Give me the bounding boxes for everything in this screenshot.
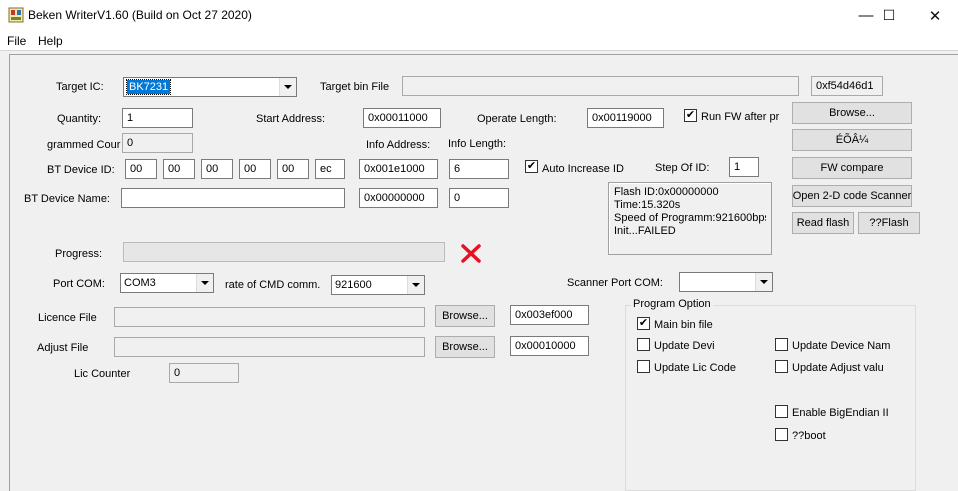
close-button[interactable]: ✕ xyxy=(912,0,958,31)
status-log: Flash ID:0x00000000 Time:15.320s Speed o… xyxy=(608,182,772,255)
status-line: Speed of Programm:921600bps xyxy=(614,212,766,224)
adjust-browse-button[interactable]: Browse... xyxy=(435,336,495,358)
qboot-label: ??boot xyxy=(792,430,826,442)
download-button[interactable]: ÉÕÂ¼ xyxy=(792,129,912,151)
update-device-name-label: Update Device Nam xyxy=(792,340,891,352)
chevron-down-icon xyxy=(407,276,424,294)
fw-compare-button[interactable]: FW compare xyxy=(792,157,912,179)
update-lic-code-checkbox[interactable] xyxy=(637,360,650,373)
run-fw-label: Run FW after pr xyxy=(701,111,780,123)
info-address-2-field[interactable]: 0x00000000 xyxy=(359,188,438,208)
chevron-down-icon xyxy=(196,274,213,292)
update-lic-code-label: Update Lic Code xyxy=(654,362,736,374)
bt-device-id-label: BT Device ID: xyxy=(47,164,115,176)
info-address-field[interactable]: 0x001e1000 xyxy=(359,159,438,179)
step-of-id-label: Step Of ID: xyxy=(655,162,710,174)
window-title: Beken WriterV1.60 (Build on Oct 27 2020) xyxy=(28,8,252,22)
lic-counter-field: 0 xyxy=(169,363,239,383)
bt-id-byte-field[interactable]: 00 xyxy=(163,159,195,179)
scanner-port-label: Scanner Port COM: xyxy=(567,277,663,289)
auto-increase-checkbox[interactable]: ✔ xyxy=(525,160,538,173)
adjust-file-path-field[interactable] xyxy=(114,337,425,357)
licence-address-field[interactable]: 0x003ef000 xyxy=(510,305,589,325)
operate-length-label: Operate Length: xyxy=(477,113,557,125)
baud-rate-value: 921600 xyxy=(335,279,372,291)
info-length-label: Info Length: xyxy=(448,138,507,150)
chevron-down-icon xyxy=(279,78,296,96)
browse-button[interactable]: Browse... xyxy=(792,102,912,124)
operate-length-field[interactable]: 0x00119000 xyxy=(587,108,664,128)
bt-device-name-field[interactable] xyxy=(121,188,345,208)
baud-rate-label: rate of CMD comm. xyxy=(225,279,321,291)
menu-file[interactable]: File xyxy=(7,34,26,48)
bt-device-name-label: BT Device Name: xyxy=(24,193,110,205)
checkmark-icon: ✔ xyxy=(526,160,537,172)
start-address-label: Start Address: xyxy=(256,113,326,125)
quantity-field[interactable]: 1 xyxy=(122,108,193,128)
update-adjust-label: Update Adjust valu xyxy=(792,362,884,374)
update-devi-label: Update Devi xyxy=(654,340,715,352)
port-com-value: COM3 xyxy=(124,277,156,289)
baud-rate-select[interactable]: 921600 xyxy=(331,275,425,295)
big-endian-label: Enable BigEndian II xyxy=(792,407,889,419)
maximize-button[interactable]: ☐ xyxy=(866,0,912,31)
port-com-label: Port COM: xyxy=(53,278,105,290)
main-bin-checkbox[interactable]: ✔ xyxy=(637,317,650,330)
checkmark-icon: ✔ xyxy=(638,317,649,329)
info-length-field[interactable]: 6 xyxy=(449,159,509,179)
programmed-count-label: grammed Cour xyxy=(47,139,121,151)
status-line: Init...FAILED xyxy=(614,225,676,237)
info-length-2-field[interactable]: 0 xyxy=(449,188,509,208)
checkmark-icon: ✔ xyxy=(685,109,696,121)
fail-x-icon xyxy=(461,244,481,263)
qboot-checkbox[interactable] xyxy=(775,428,788,441)
run-fw-checkbox[interactable]: ✔ xyxy=(684,109,697,122)
target-ic-select[interactable]: BK7231 xyxy=(123,77,297,97)
bt-id-byte-field[interactable]: 00 xyxy=(239,159,271,179)
licence-file-label: Licence File xyxy=(38,312,97,324)
target-bin-path-field[interactable] xyxy=(402,76,799,96)
update-device-name-checkbox[interactable] xyxy=(775,338,788,351)
app-logo-icon xyxy=(8,7,24,23)
port-com-select[interactable]: COM3 xyxy=(120,273,214,293)
progress-label: Progress: xyxy=(55,248,103,260)
status-line: Flash ID:0x00000000 xyxy=(614,186,719,198)
auto-increase-label: Auto Increase ID xyxy=(542,163,624,175)
adjust-file-label: Adjust File xyxy=(37,342,89,354)
progress-bar xyxy=(123,242,445,262)
main-bin-label: Main bin file xyxy=(654,319,713,331)
read-flash-button[interactable]: Read flash xyxy=(792,212,854,234)
step-of-id-field[interactable]: 1 xyxy=(729,157,759,177)
bt-id-byte-field[interactable]: 00 xyxy=(277,159,309,179)
bt-id-byte-field[interactable]: 00 xyxy=(125,159,157,179)
lic-counter-label: Lic Counter xyxy=(74,368,131,380)
qflash-button[interactable]: ??Flash xyxy=(858,212,920,234)
status-line: Time:15.320s xyxy=(614,199,681,211)
scanner-port-select[interactable] xyxy=(679,272,773,292)
adjust-address-field[interactable]: 0x00010000 xyxy=(510,336,589,356)
target-ic-value: BK7231 xyxy=(125,79,172,95)
info-address-label: Info Address: xyxy=(366,139,431,151)
start-address-field[interactable]: 0x00011000 xyxy=(363,108,441,128)
bt-id-byte-field[interactable]: ec xyxy=(315,159,345,179)
update-adjust-checkbox[interactable] xyxy=(775,360,788,373)
menu-help[interactable]: Help xyxy=(38,34,63,48)
programmed-count-field: 0 xyxy=(122,133,193,153)
licence-browse-button[interactable]: Browse... xyxy=(435,305,495,327)
open-scanner-button[interactable]: Open 2-D code Scanner xyxy=(792,185,912,207)
target-bin-label: Target bin File xyxy=(320,81,390,93)
menu-bar xyxy=(0,31,958,51)
target-ic-label: Target IC: xyxy=(56,81,104,93)
program-option-title: Program Option xyxy=(631,298,713,310)
quantity-label: Quantity: xyxy=(57,113,102,125)
update-devi-checkbox[interactable] xyxy=(637,338,650,351)
chevron-down-icon xyxy=(755,273,772,291)
bt-id-byte-field[interactable]: 00 xyxy=(201,159,233,179)
program-option-group xyxy=(625,305,916,491)
bin-checksum-field: 0xf54d46d1 xyxy=(811,76,883,96)
big-endian-checkbox[interactable] xyxy=(775,405,788,418)
licence-file-path-field[interactable] xyxy=(114,307,425,327)
